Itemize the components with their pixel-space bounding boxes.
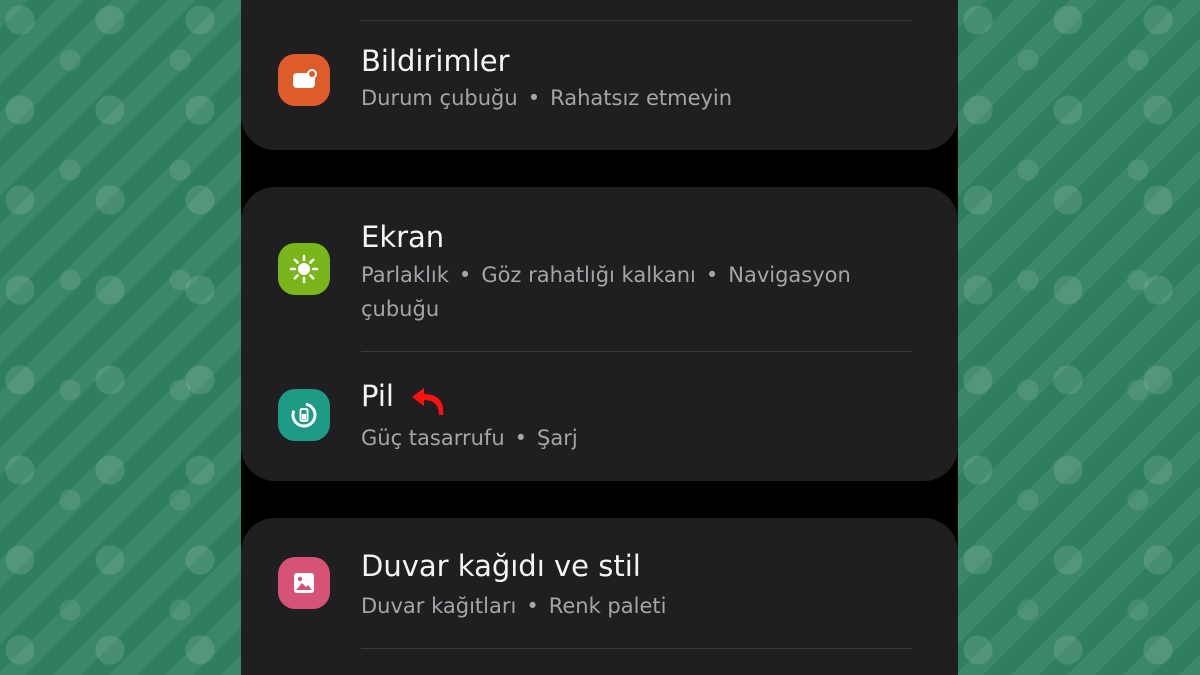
wallpaper-title: Duvar kağıdı ve stil bbox=[361, 549, 641, 583]
notifications-card: Bildirimler Durum çubuğu • Rahatsız etmeyi… bbox=[241, 0, 958, 150]
bullet-separator: • bbox=[514, 426, 528, 450]
display-subtitle: Parlaklık • Göz rahatlığı kalkanı • Navigasy… bbox=[361, 258, 901, 326]
brightness-icon bbox=[278, 243, 330, 295]
notifications-title: Bildirimler bbox=[361, 44, 510, 78]
battery-subtitle-item1: Güç tasarrufu bbox=[361, 426, 505, 450]
red-return-arrow-icon bbox=[412, 388, 444, 415]
battery-subtitle-item2: Şarj bbox=[537, 426, 578, 450]
wallpaper-icon bbox=[278, 557, 330, 609]
notifications-subtitle-item2: Rahatsız etmeyin bbox=[550, 86, 733, 110]
settings-screen: Bildirimler Durum çubuğu • Rahatsız etmeyi… bbox=[241, 0, 958, 675]
bullet-separator: • bbox=[526, 594, 539, 618]
top-divider bbox=[361, 20, 912, 21]
display-subtitle-item2: Göz rahatlığı kalkanı bbox=[481, 263, 696, 287]
bullet-separator: • bbox=[527, 86, 541, 110]
display-title: Ekran bbox=[361, 220, 445, 254]
notifications-icon bbox=[278, 54, 330, 106]
wallpaper-card: Duvar kağıdı ve stil Duvar kağıtları • Ren… bbox=[241, 518, 958, 675]
battery-icon bbox=[278, 389, 330, 441]
display-battery-card: Ekran Parlaklık • Göz rahatlığı kalkanı • Na… bbox=[241, 187, 958, 481]
wallpaper-bottom-divider bbox=[361, 648, 912, 649]
battery-title: Pil bbox=[361, 379, 394, 413]
display-subtitle-item1: Parlaklık bbox=[361, 263, 449, 287]
notifications-subtitle-item1: Durum çubuğu bbox=[361, 86, 518, 110]
settings-item-notifications[interactable]: Bildirimler Durum çubuğu • Rahatsız etmeyi… bbox=[241, 22, 958, 150]
wallpaper-subtitle: Duvar kağıtları • Renk paleti bbox=[361, 589, 901, 623]
battery-subtitle: Güç tasarrufu • Şarj bbox=[361, 421, 901, 455]
bullet-separator: • bbox=[705, 263, 719, 287]
settings-item-battery[interactable]: Pil Güç tasarrufu • Şarj bbox=[241, 351, 958, 481]
left-background-pattern bbox=[0, 0, 242, 675]
right-background-pattern bbox=[958, 0, 1200, 675]
notifications-subtitle: Durum çubuğu • Rahatsız etmeyin bbox=[361, 81, 901, 115]
settings-item-display[interactable]: Ekran Parlaklık • Göz rahatlığı kalkanı • Na… bbox=[241, 187, 958, 351]
bullet-separator: • bbox=[458, 263, 472, 287]
wallpaper-subtitle-item2: Renk paleti bbox=[548, 594, 667, 618]
wallpaper-subtitle-item1: Duvar kağıtları bbox=[361, 594, 517, 618]
settings-item-wallpaper[interactable]: Duvar kağıdı ve stil Duvar kağıtları • Ren… bbox=[241, 518, 958, 648]
